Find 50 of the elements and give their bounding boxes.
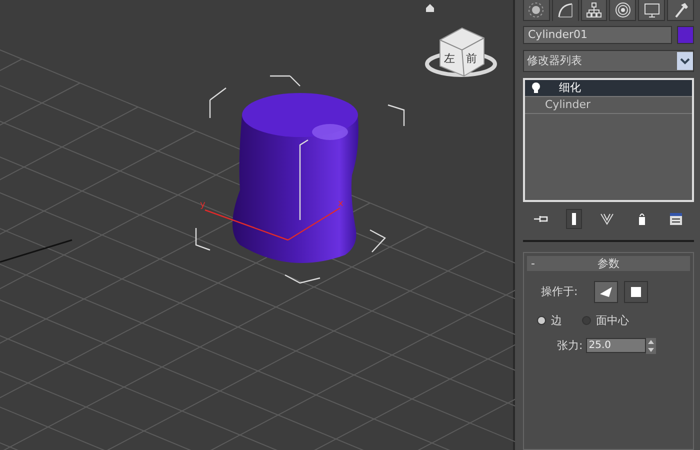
modifier-list-dropdown[interactable]: 修改器列表: [523, 50, 694, 72]
viewcube-drawing[interactable]: [440, 27, 484, 77]
radio-label: 面中心: [596, 312, 629, 328]
fork-icon: [600, 212, 614, 226]
rollout-header[interactable]: - 参数: [527, 256, 690, 271]
caret-icon: [677, 52, 693, 70]
radio-option[interactable]: 边: [537, 312, 562, 328]
radio-dot[interactable]: [582, 316, 591, 325]
hammer-icon: [672, 2, 689, 18]
object-color-swatch[interactable]: [677, 26, 694, 44]
operate-on-button[interactable]: [594, 280, 618, 303]
viewcube-face-label: 前: [466, 52, 477, 65]
panel-tab[interactable]: [523, 0, 550, 21]
tension-label: 张力:: [557, 338, 583, 354]
configure-icon: [668, 212, 683, 226]
bar-icon: [570, 212, 578, 226]
viewport[interactable]: y x 左 前: [0, 0, 515, 450]
panel-tab[interactable]: [667, 0, 694, 21]
modifier-stack-item[interactable]: Cylinder: [525, 96, 692, 114]
monitor-icon: [644, 2, 660, 18]
operate-on-label: 操作于:: [541, 284, 578, 300]
collapse-toggle[interactable]: -: [531, 256, 535, 270]
target-icon: [614, 2, 631, 18]
panel-tab[interactable]: [638, 0, 666, 21]
axis-label: y: [200, 200, 206, 210]
radio-dot[interactable]: [537, 316, 546, 325]
panel-tab[interactable]: [609, 0, 636, 21]
tension-field[interactable]: 25.0: [586, 338, 646, 354]
triangle-icon: [598, 286, 613, 298]
square-icon: [630, 286, 642, 298]
rollout-title: 参数: [598, 256, 620, 271]
hierarchy-icon: [586, 2, 602, 18]
panel-tab[interactable]: [552, 0, 579, 21]
viewcube-face-label: 左: [444, 52, 455, 65]
operate-on-button[interactable]: [624, 280, 648, 303]
object-type-name: Cylinder: [545, 98, 591, 112]
lightbulb-icon[interactable]: [531, 82, 541, 94]
home-icon[interactable]: [426, 4, 434, 12]
sun-icon: [528, 2, 544, 18]
radio-label: 边: [551, 312, 562, 328]
radio-option[interactable]: 面中心: [582, 312, 629, 328]
spinner-arrows-icon[interactable]: [646, 338, 656, 354]
modifier-list-label: 修改器列表: [526, 53, 583, 68]
modifier-stack-item[interactable]: 细化: [525, 80, 692, 97]
object-name-field[interactable]: Cylinder01: [523, 26, 672, 44]
stack-tool-button[interactable]: [566, 208, 582, 229]
curve-icon: [557, 2, 574, 18]
modifier-name: 细化: [559, 80, 581, 96]
axis-label: x: [338, 199, 344, 209]
panel-tab[interactable]: [580, 0, 608, 21]
